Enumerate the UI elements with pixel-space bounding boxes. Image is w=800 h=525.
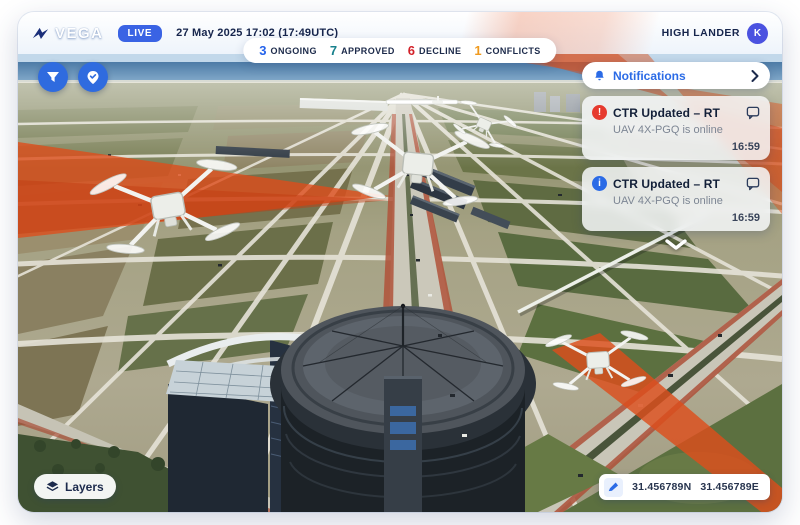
alert-icon: ! bbox=[592, 105, 607, 120]
avatar[interactable]: K bbox=[747, 23, 768, 44]
bell-icon bbox=[593, 69, 606, 83]
notification-body: UAV 4X-PGQ is online bbox=[613, 124, 760, 136]
layers-label: Layers bbox=[65, 480, 104, 494]
layers-icon bbox=[46, 480, 59, 493]
location-pin-icon bbox=[86, 70, 100, 85]
notification-time: 16:59 bbox=[732, 212, 760, 224]
longitude-value: 31.456789E bbox=[700, 481, 759, 493]
notifications-panel: Notifications ! CTR Updated – RT UAV 4X-… bbox=[582, 62, 770, 250]
notifications-header[interactable]: Notifications bbox=[582, 62, 770, 89]
layers-button[interactable]: Layers bbox=[34, 474, 116, 499]
live-badge: LIVE bbox=[118, 25, 163, 42]
filter-button[interactable] bbox=[38, 62, 68, 92]
app-window: VEGA LIVE 27 May 2025 17:02 (17:49UTC) H… bbox=[18, 12, 782, 512]
notification-card[interactable]: i CTR Updated – RT UAV 4X-PGQ is online … bbox=[582, 167, 770, 231]
chevron-right-icon bbox=[751, 70, 759, 82]
status-conflicts[interactable]: 1 CONFLICTS bbox=[474, 43, 540, 58]
message-icon[interactable] bbox=[746, 106, 760, 120]
notifications-title: Notifications bbox=[613, 69, 744, 83]
notification-title: CTR Updated – RT bbox=[613, 177, 740, 191]
message-icon[interactable] bbox=[746, 177, 760, 191]
notification-body: UAV 4X-PGQ is online bbox=[613, 195, 760, 207]
status-approved[interactable]: 7 APPROVED bbox=[330, 43, 395, 58]
pen-icon bbox=[604, 478, 623, 497]
status-decline[interactable]: 6 DECLINE bbox=[408, 43, 462, 58]
user-name: HIGH LANDER bbox=[662, 27, 740, 39]
status-summary-bar: 3 ONGOING 7 APPROVED 6 DECLINE 1 CONFLIC… bbox=[243, 38, 556, 63]
latitude-value: 31.456789N bbox=[632, 481, 691, 493]
coordinates-readout[interactable]: 31.456789N 31.456789E bbox=[599, 474, 770, 500]
status-ongoing[interactable]: 3 ONGOING bbox=[259, 43, 317, 58]
filter-icon bbox=[46, 71, 60, 84]
dome-building bbox=[270, 304, 536, 512]
info-icon: i bbox=[592, 176, 607, 191]
user-menu[interactable]: HIGH LANDER K bbox=[662, 23, 768, 44]
notification-card-header: i CTR Updated – RT bbox=[592, 176, 760, 191]
notification-time: 16:59 bbox=[732, 141, 760, 153]
notification-title: CTR Updated – RT bbox=[613, 106, 740, 120]
chevron-down-icon[interactable] bbox=[664, 239, 688, 250]
top-bar: VEGA LIVE 27 May 2025 17:02 (17:49UTC) H… bbox=[18, 12, 782, 54]
notification-card-header: ! CTR Updated – RT bbox=[592, 105, 760, 120]
notification-card[interactable]: ! CTR Updated – RT UAV 4X-PGQ is online … bbox=[582, 96, 770, 160]
bird-icon bbox=[32, 25, 49, 41]
brand-name: VEGA bbox=[55, 25, 104, 42]
brand-logo: VEGA bbox=[32, 25, 104, 42]
map-canvas[interactable]: Notifications ! CTR Updated – RT UAV 4X-… bbox=[18, 54, 782, 512]
location-button[interactable] bbox=[78, 62, 108, 92]
